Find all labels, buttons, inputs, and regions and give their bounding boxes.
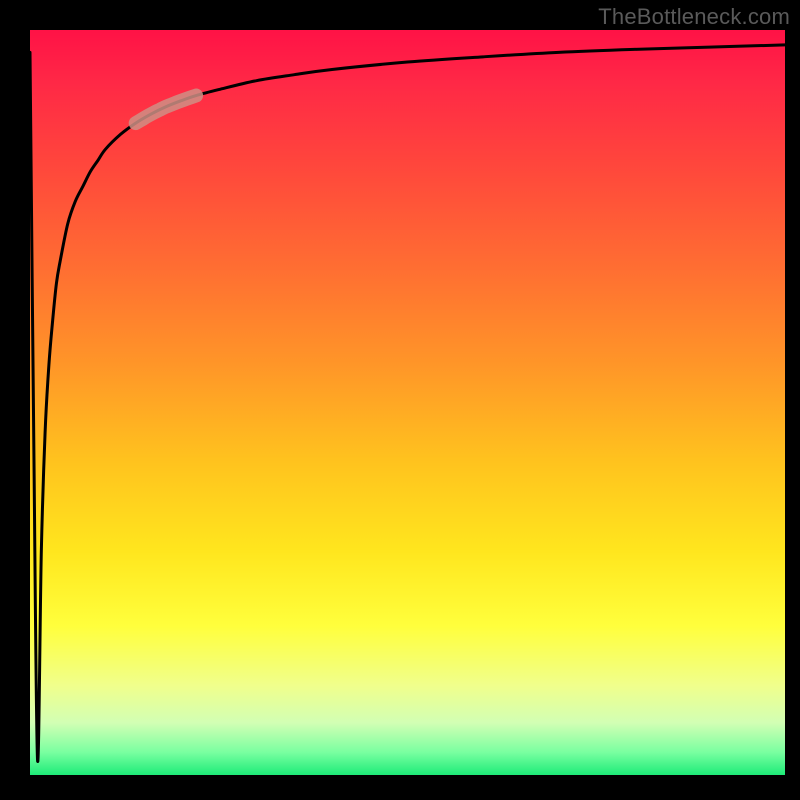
watermark-text: TheBottleneck.com <box>598 4 790 30</box>
chart-curve-svg <box>30 30 785 775</box>
curve-highlight-segment <box>136 96 196 124</box>
curve-path <box>30 45 785 762</box>
chart-frame: TheBottleneck.com <box>0 0 800 800</box>
